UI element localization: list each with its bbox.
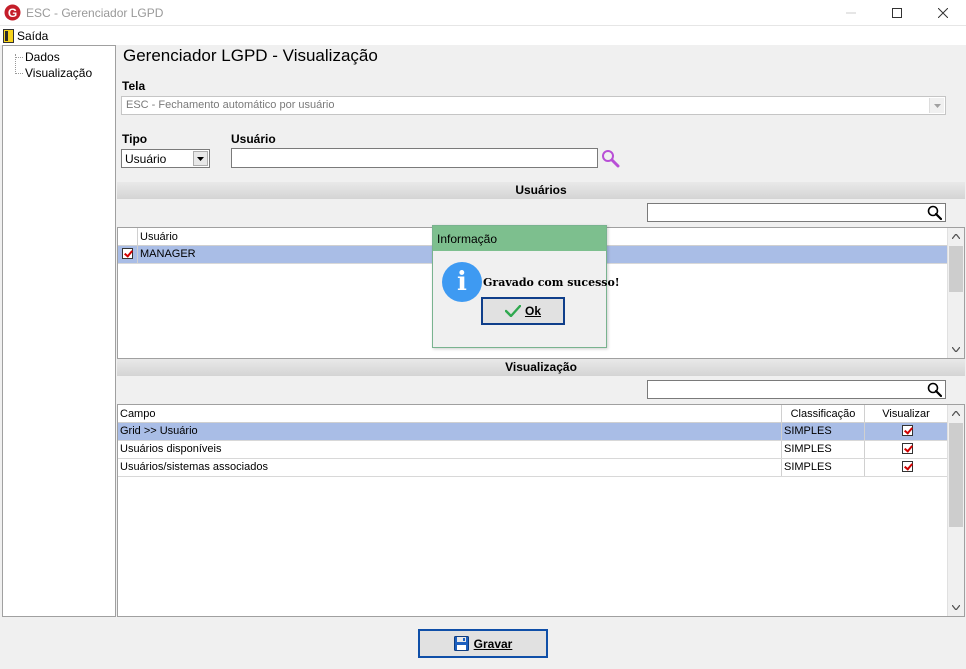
tree-item-dados[interactable]: Dados xyxy=(25,50,60,64)
tree-connector xyxy=(15,73,23,74)
visualizar-cell[interactable] xyxy=(865,459,947,476)
exit-door-icon xyxy=(3,28,14,43)
chevron-up-icon xyxy=(952,411,960,416)
svg-text:G: G xyxy=(8,6,17,20)
row-checkbox-cell[interactable] xyxy=(118,246,138,263)
scroll-thumb[interactable] xyxy=(949,423,963,527)
tipo-dropdown-button[interactable] xyxy=(193,151,208,166)
tipo-label: Tipo xyxy=(122,132,148,146)
app-logo-icon: G xyxy=(4,4,21,21)
classificacao-cell: SIMPLES xyxy=(782,423,865,440)
classificacao-cell: SIMPLES xyxy=(782,459,865,476)
maximize-button[interactable] xyxy=(874,0,920,26)
visualizar-cell[interactable] xyxy=(865,423,947,440)
floppy-disk-icon xyxy=(453,636,469,651)
column-header-classificacao[interactable]: Classificação xyxy=(782,405,865,423)
scroll-up-button[interactable] xyxy=(948,228,964,245)
usuarios-scrollbar[interactable] xyxy=(947,228,964,358)
info-dialog: Informação i Gravado com sucesso! Ok xyxy=(432,225,620,348)
tela-select-value: ESC - Fechamento automático por usuário xyxy=(126,99,335,111)
info-icon: i xyxy=(442,262,482,302)
menu-exit[interactable]: Saída xyxy=(3,27,48,44)
tree-connector xyxy=(15,57,23,58)
tipo-select-value: Usuário xyxy=(125,152,167,166)
page-title: Gerenciador LGPD - Visualização xyxy=(123,46,378,65)
save-button-label: Gravar xyxy=(473,636,513,651)
scroll-thumb[interactable] xyxy=(949,246,963,292)
visualizar-checkbox[interactable] xyxy=(901,443,913,454)
table-row[interactable]: Usuários disponíveis SIMPLES xyxy=(118,441,947,459)
tipo-select[interactable]: Usuário xyxy=(121,149,210,168)
scroll-up-button[interactable] xyxy=(948,405,964,422)
chevron-down-icon xyxy=(952,605,960,610)
campo-cell: Usuários/sistemas associados xyxy=(118,459,782,476)
table-row[interactable]: Usuários/sistemas associados SIMPLES xyxy=(118,459,947,477)
maximize-icon xyxy=(892,8,902,18)
visualizacao-grid: Campo Classificação Visualizar Grid >> U… xyxy=(117,404,965,617)
navigation-tree: Dados Visualização xyxy=(2,45,116,617)
menu-exit-label: Saída xyxy=(17,28,49,43)
scroll-down-button[interactable] xyxy=(948,341,964,358)
ok-button[interactable]: Ok xyxy=(481,297,565,325)
tela-select[interactable]: ESC - Fechamento automático por usuário xyxy=(121,96,946,115)
minimize-icon xyxy=(846,12,856,14)
chevron-down-icon xyxy=(952,347,960,352)
ok-button-label: Ok xyxy=(524,304,541,318)
search-icon[interactable] xyxy=(927,382,942,397)
classificacao-cell: SIMPLES xyxy=(782,441,865,458)
minimize-button[interactable] xyxy=(828,0,874,26)
search-usuario-icon[interactable] xyxy=(601,149,620,168)
tree-item-visualizacao[interactable]: Visualização xyxy=(25,66,92,80)
dialog-message: Gravado com sucesso! xyxy=(483,276,620,289)
chevron-up-icon xyxy=(952,234,960,239)
visualizar-checkbox[interactable] xyxy=(901,425,913,436)
window-titlebar: G ESC - Gerenciador LGPD xyxy=(0,0,966,26)
table-row[interactable]: Grid >> Usuário SIMPLES xyxy=(118,423,947,441)
chevron-down-icon xyxy=(197,156,204,161)
checkmark-icon xyxy=(504,305,521,317)
close-icon xyxy=(938,8,948,18)
menu-bar: Saída xyxy=(0,26,966,45)
usuario-label: Usuário xyxy=(231,132,276,146)
column-header-campo[interactable]: Campo xyxy=(118,405,782,423)
usuario-input[interactable] xyxy=(231,148,598,168)
tela-dropdown-button[interactable] xyxy=(929,98,944,113)
visualizar-cell[interactable] xyxy=(865,441,947,458)
row-checkbox[interactable] xyxy=(122,248,133,259)
chevron-down-icon xyxy=(933,103,941,108)
visualizacao-section-header: Visualização xyxy=(117,359,965,376)
close-button[interactable] xyxy=(920,0,966,26)
scroll-down-button[interactable] xyxy=(948,599,964,616)
visualizacao-filter[interactable] xyxy=(647,380,946,399)
save-button[interactable]: Gravar xyxy=(418,629,548,658)
visualizacao-scrollbar[interactable] xyxy=(947,405,964,616)
campo-cell: Grid >> Usuário xyxy=(118,423,782,440)
column-header-check xyxy=(118,228,138,246)
usuarios-filter[interactable] xyxy=(647,203,946,222)
tela-label: Tela xyxy=(122,79,146,93)
column-header-visualizar[interactable]: Visualizar xyxy=(865,405,947,423)
search-icon[interactable] xyxy=(927,205,942,220)
visualizacao-grid-header: Campo Classificação Visualizar xyxy=(118,405,947,423)
visualizar-checkbox[interactable] xyxy=(901,461,913,472)
campo-cell: Usuários disponíveis xyxy=(118,441,782,458)
usuarios-section-header: Usuários xyxy=(117,182,965,199)
dialog-title: Informação xyxy=(433,226,606,251)
window-title: ESC - Gerenciador LGPD xyxy=(26,6,164,20)
